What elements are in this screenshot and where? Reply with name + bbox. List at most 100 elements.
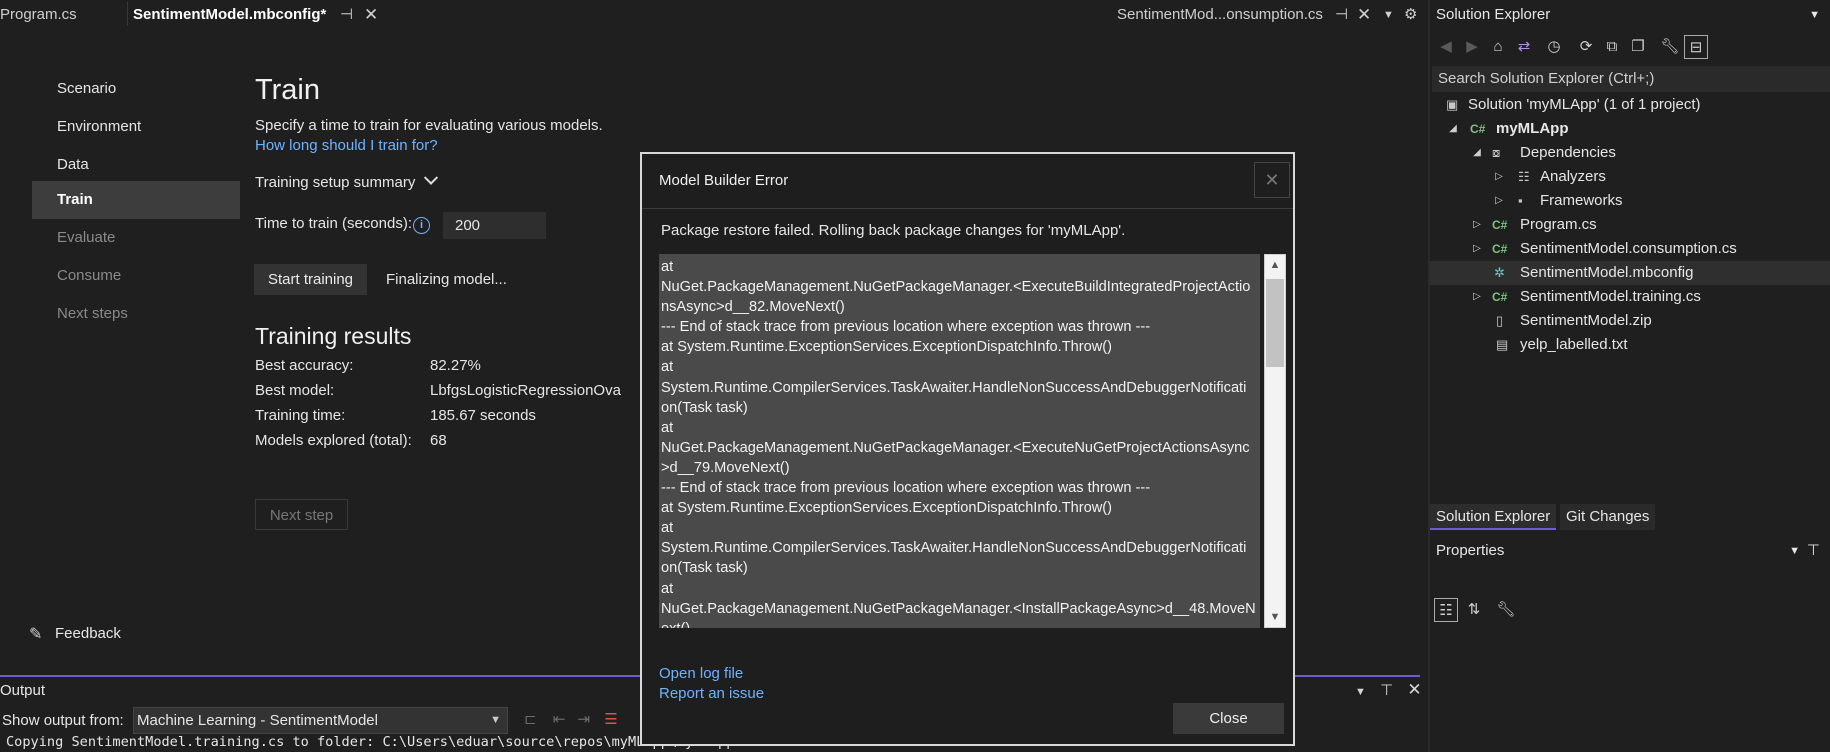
trace-scrollbar[interactable]: ▲ ▼ bbox=[1264, 254, 1286, 628]
categorized-icon[interactable]: ☷ bbox=[1434, 598, 1458, 622]
csharp-file-icon: C# bbox=[1492, 218, 1508, 232]
trace-line: on(Task task) bbox=[661, 560, 748, 577]
solution-explorer-panel: Solution Explorer ▼ ◀ ▶ ⌂ ⇄ ◷ ⟳ ⧉ ❐ 🔧︎ ⊟… bbox=[1428, 0, 1830, 752]
tab-sentimentmodel-mbconfig[interactable]: SentimentModel.mbconfig* bbox=[133, 0, 326, 30]
close-preview-tab-icon[interactable]: ✕ bbox=[1357, 0, 1371, 30]
sync-icon[interactable]: ⟳ bbox=[1574, 35, 1598, 59]
clear-all-icon[interactable]: ☰ bbox=[604, 711, 617, 728]
collapsed-icon[interactable]: ▷ bbox=[1470, 285, 1484, 309]
collapse-all-icon[interactable]: ⧉ bbox=[1600, 35, 1624, 59]
collapsed-icon[interactable]: ▷ bbox=[1470, 237, 1484, 261]
back-icon[interactable]: ◀ bbox=[1434, 35, 1458, 59]
nav-item-evaluate[interactable]: Evaluate bbox=[32, 219, 240, 257]
output-toolbar: ⊏ ⇤ ⇥ ☰ bbox=[524, 710, 618, 728]
result-value-models-explored: 68 bbox=[430, 432, 447, 449]
scroll-down-icon[interactable]: ▼ bbox=[1265, 607, 1285, 627]
tree-item-project[interactable]: ◢ C# myMLApp bbox=[1430, 117, 1830, 141]
scrollbar-thumb[interactable] bbox=[1266, 279, 1284, 367]
open-log-file-link[interactable]: Open log file bbox=[659, 664, 764, 684]
help-link[interactable]: How long should I train for? bbox=[255, 137, 438, 154]
tab-program-cs[interactable]: Program.cs bbox=[0, 0, 77, 30]
tree-item-label: SentimentModel.consumption.cs bbox=[1520, 240, 1737, 257]
tree-item-analyzers[interactable]: ▷ ☷ Analyzers bbox=[1430, 165, 1830, 189]
trace-line: NuGet.PackageManagement.NuGetPackageMana… bbox=[661, 279, 1251, 296]
result-label-accuracy: Best accuracy: bbox=[255, 357, 354, 374]
info-icon[interactable]: i bbox=[413, 217, 430, 234]
nav-item-train[interactable]: Train bbox=[32, 181, 240, 219]
output-panel-controls: ▼ ⊤ ✕ bbox=[1355, 680, 1422, 700]
tree-item-consumption-cs[interactable]: ▷ C# SentimentModel.consumption.cs bbox=[1430, 237, 1830, 261]
chevron-down-icon bbox=[423, 170, 438, 185]
time-to-train-input[interactable]: 200 bbox=[443, 212, 546, 239]
next-step-button[interactable]: Next step bbox=[255, 499, 348, 530]
collapsed-icon[interactable]: ▷ bbox=[1492, 165, 1506, 189]
stack-trace-box[interactable]: at NuGet.PackageManagement.NuGetPackageM… bbox=[659, 254, 1260, 628]
close-tab-icon[interactable]: ✕ bbox=[364, 0, 378, 30]
tree-item-solution[interactable]: ▣ Solution 'myMLApp' (1 of 1 project) bbox=[1430, 93, 1830, 117]
tab-git-changes[interactable]: Git Changes bbox=[1560, 504, 1656, 530]
pin-icon[interactable]: ⊣ bbox=[340, 0, 353, 30]
collapsed-icon[interactable]: ▷ bbox=[1492, 189, 1506, 213]
output-dropdown-icon[interactable]: ▼ bbox=[1355, 686, 1366, 698]
home-icon[interactable]: ⌂ bbox=[1486, 35, 1510, 59]
expanded-icon[interactable]: ◢ bbox=[1470, 141, 1484, 165]
nav-item-next-steps[interactable]: Next steps bbox=[32, 295, 240, 333]
tree-item-program-cs[interactable]: ▷ C# Program.cs bbox=[1430, 213, 1830, 237]
search-placeholder: Search Solution Explorer (Ctrl+;) bbox=[1438, 70, 1655, 87]
output-source-select[interactable]: Machine Learning - SentimentModel ▼ bbox=[133, 707, 508, 734]
tab-sentimentmodel-consumption-cs[interactable]: SentimentMod...onsumption.cs bbox=[1117, 0, 1323, 30]
trace-line: NuGet.PackageManagement.NuGetPackageMana… bbox=[661, 600, 1256, 617]
training-summary-toggle[interactable]: Training setup summary bbox=[255, 170, 438, 191]
tab-dropdown-icon[interactable]: ▼ bbox=[1383, 0, 1394, 30]
forward-icon[interactable]: ▶ bbox=[1460, 35, 1484, 59]
trace-line: nsAsync>d__82.MoveNext() bbox=[661, 299, 845, 316]
switch-views-icon[interactable]: ⇄ bbox=[1512, 35, 1536, 59]
scroll-up-icon[interactable]: ▲ bbox=[1265, 255, 1285, 275]
expanded-icon[interactable]: ◢ bbox=[1446, 117, 1460, 141]
preview-pin-icon[interactable]: ⊣ bbox=[1335, 0, 1348, 30]
property-pages-icon[interactable]: 🔧︎ bbox=[1494, 598, 1518, 622]
start-training-button[interactable]: Start training bbox=[254, 264, 367, 295]
trace-line: on(Task task) bbox=[661, 399, 748, 416]
find-icon[interactable]: ⊏ bbox=[524, 711, 537, 728]
previous-message-icon[interactable]: ⇤ bbox=[553, 711, 566, 728]
mbconfig-icon: ✲ bbox=[1494, 265, 1505, 280]
tree-item-yelp-txt[interactable]: ▤ yelp_labelled.txt bbox=[1430, 333, 1830, 357]
pending-changes-filter-icon[interactable]: ◷ bbox=[1542, 35, 1566, 59]
tree-item-mbconfig[interactable]: ✲ SentimentModel.mbconfig bbox=[1430, 261, 1830, 285]
output-pin-icon[interactable]: ⊤ bbox=[1380, 682, 1393, 699]
dialog-close-icon[interactable]: ✕ bbox=[1254, 162, 1290, 198]
zip-file-icon: ▯ bbox=[1496, 313, 1504, 328]
tree-item-frameworks[interactable]: ▷ ▪ Frameworks bbox=[1430, 189, 1830, 213]
analyzers-icon: ☷ bbox=[1518, 169, 1530, 184]
properties-dropdown-icon[interactable]: ▼ bbox=[1789, 538, 1800, 564]
nav-item-data[interactable]: Data bbox=[32, 146, 240, 184]
preview-selected-items-icon[interactable]: ⊟ bbox=[1684, 35, 1708, 59]
nav-item-environment[interactable]: Environment bbox=[32, 108, 240, 146]
properties-wrench-icon[interactable]: 🔧︎ bbox=[1658, 35, 1682, 59]
tree-item-model-zip[interactable]: ▯ SentimentModel.zip bbox=[1430, 309, 1830, 333]
tree-item-label: Analyzers bbox=[1540, 168, 1606, 185]
output-source-value: Machine Learning - SentimentModel bbox=[137, 712, 378, 729]
trace-line: at bbox=[661, 419, 674, 436]
solution-explorer-tabs: Solution Explorer Git Changes bbox=[1430, 504, 1830, 530]
close-button[interactable]: Close bbox=[1173, 703, 1284, 734]
nav-item-scenario[interactable]: Scenario bbox=[32, 70, 240, 108]
trace-line: at bbox=[661, 580, 674, 597]
panel-dropdown-icon[interactable]: ▼ bbox=[1809, 0, 1820, 30]
tree-item-training-cs[interactable]: ▷ C# SentimentModel.training.cs bbox=[1430, 285, 1830, 309]
next-message-icon[interactable]: ⇥ bbox=[578, 711, 591, 728]
tree-item-dependencies[interactable]: ◢ ⧇ Dependencies bbox=[1430, 141, 1830, 165]
show-all-files-icon[interactable]: ❐ bbox=[1626, 35, 1650, 59]
tab-solution-explorer[interactable]: Solution Explorer bbox=[1430, 504, 1557, 530]
feedback-link[interactable]: Feedback bbox=[55, 625, 121, 642]
gear-icon[interactable]: ⚙ bbox=[1404, 0, 1417, 30]
tree-item-label: Solution 'myMLApp' (1 of 1 project) bbox=[1468, 96, 1701, 113]
collapsed-icon[interactable]: ▷ bbox=[1470, 213, 1484, 237]
nav-item-consume[interactable]: Consume bbox=[32, 257, 240, 295]
report-issue-link[interactable]: Report an issue bbox=[659, 684, 764, 704]
properties-pin-icon[interactable]: ⊤ bbox=[1807, 538, 1820, 564]
solution-search-input[interactable]: Search Solution Explorer (Ctrl+;) bbox=[1432, 66, 1830, 92]
alphabetical-icon[interactable]: ⇅ bbox=[1462, 598, 1486, 622]
output-close-icon[interactable]: ✕ bbox=[1407, 680, 1421, 699]
